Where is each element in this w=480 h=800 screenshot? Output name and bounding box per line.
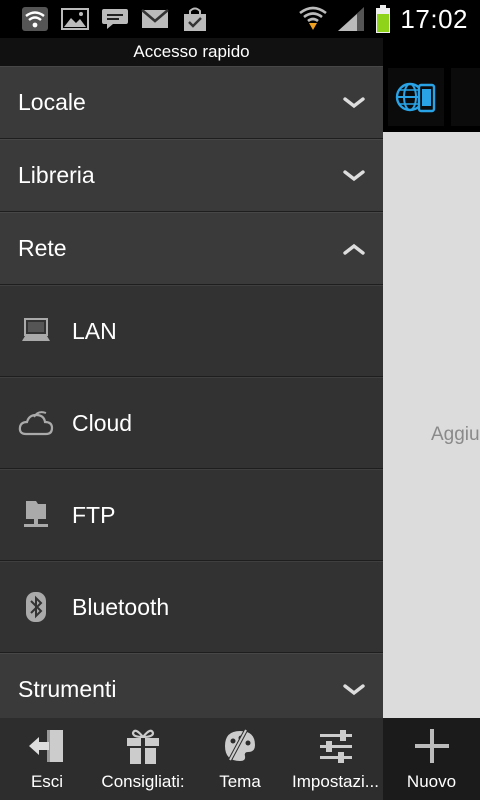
recommended-button[interactable]: Consigliati: [94, 718, 192, 800]
section-libreria[interactable]: Libreria [0, 139, 383, 212]
exit-label: Esci [30, 772, 64, 791]
bluetooth-icon [18, 589, 54, 625]
nav-item-label: FTP [72, 501, 116, 528]
exit-button[interactable]: Esci [0, 718, 94, 800]
chat-icon [100, 6, 130, 32]
chevron-down-icon [343, 168, 365, 184]
palette-icon [220, 726, 260, 766]
globe-phone-icon[interactable] [388, 68, 444, 126]
theme-label: Tema [219, 772, 261, 791]
section-rete[interactable]: Rete [0, 212, 383, 285]
navigation-drawer: Accesso rapido Locale Libreria Rete LAN … [0, 38, 383, 726]
nav-item-label: LAN [72, 317, 117, 344]
nav-item-cloud[interactable]: Cloud [0, 377, 383, 469]
empty-hint-text: Aggiu [431, 424, 480, 445]
computer-icon [18, 313, 54, 349]
cloud-icon [18, 405, 54, 441]
clock: 17:02 [400, 3, 468, 34]
battery-icon [374, 5, 392, 33]
nav-item-label: Bluetooth [72, 593, 170, 620]
settings-sliders-icon [316, 726, 356, 766]
section-locale[interactable]: Locale [0, 66, 383, 139]
tab-strip [451, 68, 480, 126]
nav-item-lan[interactable]: LAN [0, 285, 383, 377]
shopping-bag-icon [180, 6, 210, 32]
wifi-download-icon [298, 6, 328, 32]
theme-button[interactable]: Tema [192, 718, 288, 800]
status-bar: 17:02 [0, 0, 480, 38]
new-label: Nuovo [406, 772, 457, 791]
section-label: Rete [18, 235, 67, 261]
bottom-toolbar: Esci Consigliati: Tema Impostazi... Nuov… [0, 718, 480, 800]
nav-item-bluetooth[interactable]: Bluetooth [0, 561, 383, 653]
drawer-header: Accesso rapido [0, 38, 383, 66]
chevron-down-icon [343, 95, 365, 111]
exit-icon [27, 726, 67, 766]
signal-icon [336, 6, 366, 32]
gmail-icon [140, 6, 170, 32]
section-label: Strumenti [18, 676, 117, 702]
nav-item-label: Cloud [72, 409, 133, 436]
recommended-label: Consigliati: [101, 772, 185, 791]
settings-button[interactable]: Impostazi... [288, 718, 383, 800]
section-label: Locale [18, 89, 86, 115]
new-button[interactable]: Nuovo [383, 718, 480, 800]
gift-icon [123, 726, 163, 766]
ftp-server-icon [18, 497, 54, 533]
wifi-icon [20, 6, 50, 32]
chevron-down-icon [343, 682, 365, 698]
settings-label: Impostazi... [292, 772, 379, 791]
nav-item-ftp[interactable]: FTP [0, 469, 383, 561]
chevron-up-icon [343, 241, 365, 257]
content-panel: Aggiu [383, 132, 480, 718]
section-strumenti[interactable]: Strumenti [0, 653, 383, 726]
section-label: Libreria [18, 162, 95, 188]
main-content-area: Aggiu [383, 38, 480, 718]
image-icon [60, 6, 90, 32]
plus-icon [412, 726, 452, 766]
